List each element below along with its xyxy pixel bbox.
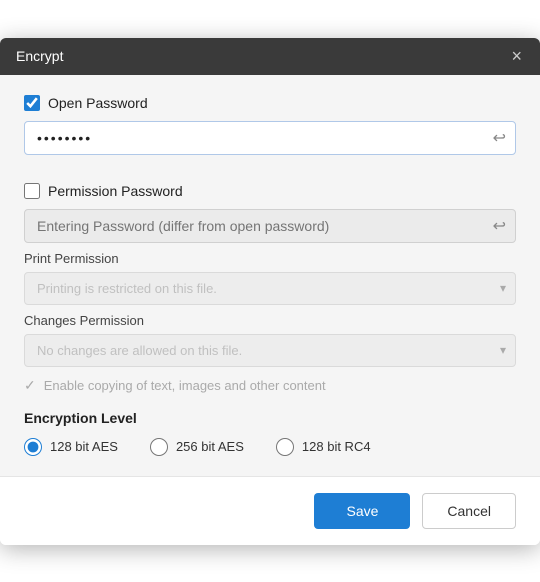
cancel-button[interactable]: Cancel: [422, 493, 516, 529]
permission-password-section: Permission Password ↩ Print Permission P…: [24, 183, 516, 394]
open-password-checkbox-row: Open Password: [24, 95, 516, 111]
copy-content-row: ✓ Enable copying of text, images and oth…: [24, 377, 516, 394]
changes-permission-select-wrapper: No changes are allowed on this file. ▾: [24, 334, 516, 367]
radio-128-rc4-label[interactable]: 128 bit RC4: [302, 439, 371, 454]
open-password-input-wrapper: ↩: [24, 121, 516, 155]
changes-permission-label: Changes Permission: [24, 313, 516, 328]
open-password-checkbox[interactable]: [24, 95, 40, 111]
open-password-eye-icon[interactable]: ↩: [493, 128, 506, 148]
radio-128-rc4: 128 bit RC4: [276, 438, 371, 456]
dialog-footer: Save Cancel: [0, 476, 540, 545]
print-permission-select[interactable]: Printing is restricted on this file.: [24, 272, 516, 305]
encrypt-dialog: Encrypt × Open Password ↩ Permission Pas…: [0, 38, 540, 545]
open-password-section: Open Password ↩: [24, 95, 516, 155]
radio-128-aes-input[interactable]: [24, 438, 42, 456]
permission-password-checkbox-row: Permission Password: [24, 183, 516, 199]
radio-128-aes: 128 bit AES: [24, 438, 118, 456]
radio-256-aes: 256 bit AES: [150, 438, 244, 456]
dialog-body: Open Password ↩ Permission Password ↩ Pr…: [0, 75, 540, 476]
permission-password-eye-icon: ↩: [493, 216, 506, 236]
permission-password-input[interactable]: [24, 209, 516, 243]
checkmark-icon: ✓: [24, 377, 36, 394]
print-permission-select-wrapper: Printing is restricted on this file. ▾: [24, 272, 516, 305]
open-password-input[interactable]: [24, 121, 516, 155]
title-bar: Encrypt ×: [0, 38, 540, 75]
radio-128-aes-label[interactable]: 128 bit AES: [50, 439, 118, 454]
permission-password-label[interactable]: Permission Password: [48, 183, 183, 199]
dialog-title: Encrypt: [16, 48, 63, 64]
radio-128-rc4-input[interactable]: [276, 438, 294, 456]
copy-content-label: Enable copying of text, images and other…: [44, 378, 326, 393]
encryption-level-section: Encryption Level 128 bit AES 256 bit AES…: [24, 410, 516, 456]
close-button[interactable]: ×: [509, 47, 524, 65]
open-password-label[interactable]: Open Password: [48, 95, 148, 111]
changes-permission-select[interactable]: No changes are allowed on this file.: [24, 334, 516, 367]
save-button[interactable]: Save: [314, 493, 410, 529]
permission-password-checkbox[interactable]: [24, 183, 40, 199]
permission-password-input-wrapper: ↩: [24, 209, 516, 243]
encryption-level-title: Encryption Level: [24, 410, 516, 426]
radio-256-aes-label[interactable]: 256 bit AES: [176, 439, 244, 454]
radio-256-aes-input[interactable]: [150, 438, 168, 456]
encryption-radio-group: 128 bit AES 256 bit AES 128 bit RC4: [24, 438, 516, 456]
print-permission-label: Print Permission: [24, 251, 516, 266]
